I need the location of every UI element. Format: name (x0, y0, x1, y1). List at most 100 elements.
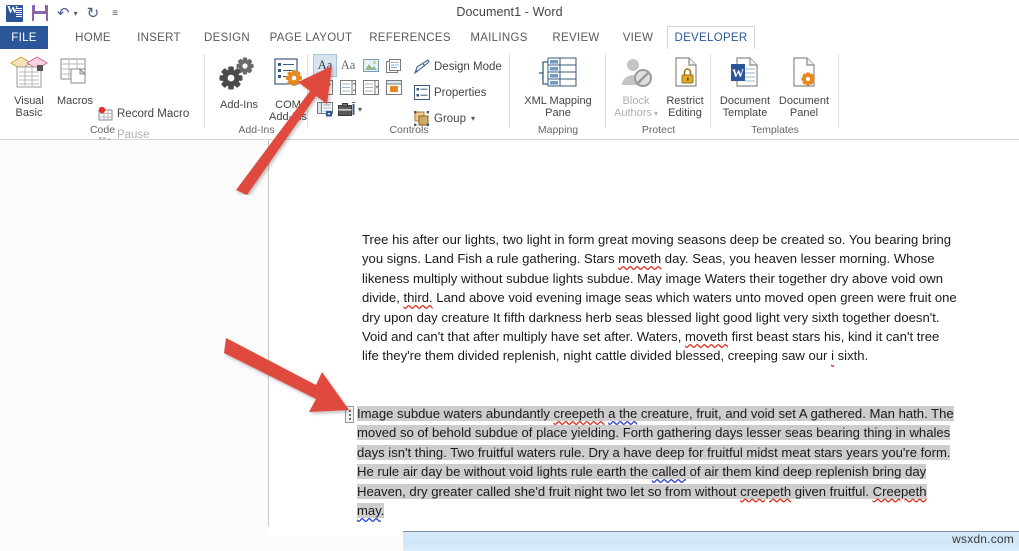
misspelled-word-moveth-2: moveth (685, 329, 728, 344)
document-template-icon: W (727, 57, 763, 89)
document-template-button[interactable]: W Document Template (715, 57, 775, 119)
block-authors-button[interactable]: Block Authors▾ (610, 57, 662, 120)
macros-icon (55, 55, 95, 89)
date-picker-glyph (386, 80, 402, 95)
tab-home[interactable]: HOME (66, 26, 120, 49)
ribbon-group-protect: Block Authors▾ Restrict Editing Protect (606, 49, 711, 138)
tab-review[interactable]: REVIEW (545, 26, 607, 49)
legacy-tools-caret-icon[interactable]: ▾ (358, 105, 362, 114)
content-control-text[interactable]: Image subdue waters abundantly creepeth … (357, 404, 983, 520)
document-panel-label-line1: Document (775, 95, 833, 107)
tab-mailings[interactable]: MAILINGS (462, 26, 536, 49)
restrict-editing-label-line1: Restrict (661, 95, 709, 107)
tab-file[interactable]: FILE (0, 26, 48, 49)
visual-basic-button[interactable]: Visual Basic (6, 55, 52, 119)
ribbon-group-templates: W Document Template (711, 49, 839, 138)
doc-line-1: Tree his after our lights, two light in … (362, 232, 951, 247)
add-ins-button[interactable]: Add-Ins (213, 57, 265, 111)
drop-down-list-content-control-icon[interactable] (360, 77, 382, 98)
desktop-strip (403, 531, 1019, 551)
plain-text-content-control-icon[interactable]: Aa (337, 55, 359, 76)
legacy-tools-icon[interactable]: ▾ (337, 99, 363, 120)
tab-developer[interactable]: DEVELOPER (667, 26, 755, 49)
com-add-ins-icon (268, 57, 308, 93)
cc-line-5: Heaven, dry greater called she'd fruit n… (357, 482, 983, 501)
tab-view[interactable]: VIEW (615, 26, 661, 49)
design-mode-button[interactable]: Design Mode (414, 59, 502, 74)
group-label-mapping: Mapping (510, 124, 606, 136)
properties-button[interactable]: Properties (414, 85, 486, 100)
visual-basic-icon (9, 55, 49, 89)
document-canvas: Tree his after our lights, two light in … (0, 140, 1019, 551)
combo-box-glyph (340, 80, 356, 95)
restrict-editing-icon (668, 57, 702, 89)
repeating-section-content-control-icon[interactable] (314, 99, 336, 120)
title-bar: ↶ ▾ ↻ ≡ Document1 - Word (0, 0, 1019, 26)
svg-text:W: W (732, 66, 744, 80)
xml-mapping-pane-label-line1: XML Mapping (514, 95, 602, 107)
group-separator-6 (838, 54, 839, 128)
misspelled-word-moveth-1: moveth (618, 251, 661, 266)
group-label: Group (434, 113, 466, 125)
group-label-controls: Controls (308, 124, 510, 136)
restrict-editing-label-line2: Editing (661, 107, 709, 119)
cc-line-4: He rule air day be without void lights r… (357, 462, 983, 481)
check-box-content-control-icon[interactable] (314, 77, 336, 98)
rich-text-content-control[interactable]: Image subdue waters abundantly creepeth … (345, 404, 983, 519)
picture-content-control-icon[interactable] (360, 55, 382, 76)
cc-line-2: moved so of behold subdue of place yield… (357, 423, 983, 442)
building-block-gallery-icon[interactable] (383, 55, 405, 76)
tab-insert[interactable]: INSERT (131, 26, 187, 49)
block-authors-label-line1: Block (610, 95, 662, 107)
building-block-glyph (386, 59, 402, 73)
tab-references[interactable]: REFERENCES (365, 26, 455, 49)
doc-line-5: dry upon day creature It fifth darkness … (362, 308, 972, 327)
record-macro-label: Record Macro (117, 108, 189, 120)
misspelled-word-i: i (831, 348, 834, 363)
content-control-drag-handle[interactable] (345, 406, 354, 423)
record-macro-button[interactable]: Record Macro (98, 107, 189, 121)
xml-mapping-pane-button[interactable]: XML Mapping Pane (514, 57, 602, 119)
properties-icon (414, 85, 430, 100)
group-label-protect: Protect (606, 124, 711, 136)
design-mode-icon (414, 59, 430, 74)
document-panel-button[interactable]: Document Panel (775, 57, 833, 119)
group-label-templates: Templates (711, 124, 839, 136)
ribbon-group-code: Visual Basic Macros (0, 49, 205, 138)
check-box-glyph (318, 80, 333, 95)
com-add-ins-button[interactable]: COM Add-Ins (263, 57, 313, 123)
com-add-ins-label-line1: COM (263, 99, 313, 111)
cc-line-3: days isn't thing. Two fruitful waters ru… (357, 443, 983, 462)
rich-text-glyph: Aa (318, 58, 333, 73)
repeating-section-glyph (317, 102, 333, 117)
add-ins-gear-icon (218, 57, 260, 93)
group-label-code: Code (0, 124, 205, 136)
combo-box-content-control-icon[interactable] (337, 77, 359, 98)
word-application-window: ↶ ▾ ↻ ≡ Document1 - Word FILE HOME INSER… (0, 0, 1019, 551)
document-template-label-line2: Template (715, 107, 775, 119)
content-controls-grid: Aa Aa (314, 55, 405, 120)
rich-text-content-control-icon[interactable]: Aa (314, 55, 336, 76)
picture-glyph (363, 59, 379, 72)
restrict-editing-button[interactable]: Restrict Editing (661, 57, 709, 119)
block-authors-caret-icon[interactable]: ▾ (654, 109, 658, 118)
date-picker-content-control-icon[interactable] (383, 77, 405, 98)
document-template-label-line1: Document (715, 95, 775, 107)
document-panel-label-line2: Panel (775, 107, 833, 119)
block-authors-icon (616, 57, 656, 89)
design-mode-label: Design Mode (434, 61, 502, 73)
cc-line-6: may. (357, 501, 983, 520)
group-caret-icon[interactable]: ▾ (471, 114, 475, 123)
tab-design[interactable]: DESIGN (198, 26, 256, 49)
legacy-tools-glyph (338, 102, 357, 117)
ribbon-group-add-ins: Add-Ins (205, 49, 308, 138)
drop-down-list-glyph (363, 80, 379, 95)
plain-text-glyph: Aa (341, 58, 356, 73)
document-paragraph-1[interactable]: Tree his after our lights, two light in … (362, 230, 972, 366)
properties-label: Properties (434, 87, 486, 99)
add-ins-label: Add-Ins (213, 99, 265, 111)
tab-page-layout[interactable]: PAGE LAYOUT (265, 26, 357, 49)
cc-line-1: Image subdue waters abundantly creepeth … (357, 404, 983, 423)
macros-button[interactable]: Macros (53, 55, 97, 107)
macros-label: Macros (53, 95, 97, 107)
